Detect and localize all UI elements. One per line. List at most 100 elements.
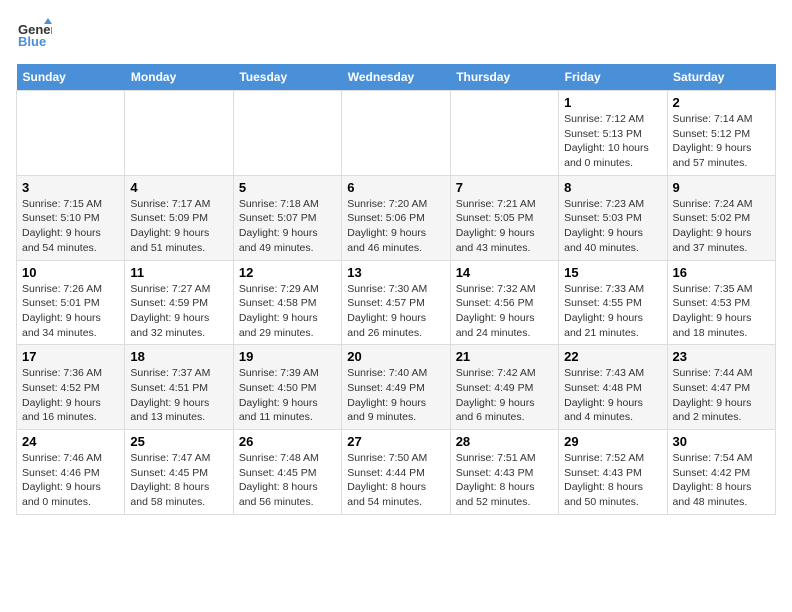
- day-number: 5: [239, 180, 336, 195]
- day-info: Sunrise: 7:52 AMSunset: 4:43 PMDaylight:…: [564, 451, 661, 510]
- day-number: 28: [456, 434, 553, 449]
- day-number: 24: [22, 434, 119, 449]
- day-info: Sunrise: 7:21 AMSunset: 5:05 PMDaylight:…: [456, 197, 553, 256]
- day-number: 22: [564, 349, 661, 364]
- logo-icon: General Blue: [16, 16, 52, 52]
- calendar-cell: 19 Sunrise: 7:39 AMSunset: 4:50 PMDayligh…: [233, 345, 341, 430]
- day-info: Sunrise: 7:12 AMSunset: 5:13 PMDaylight:…: [564, 112, 661, 171]
- calendar-cell: 17 Sunrise: 7:36 AMSunset: 4:52 PMDayligh…: [17, 345, 125, 430]
- day-number: 10: [22, 265, 119, 280]
- calendar-cell: 30 Sunrise: 7:54 AMSunset: 4:42 PMDayligh…: [667, 430, 775, 515]
- calendar-cell: 21Sunrise: 7:42 AMSunset: 4:49 PMDayligh…: [450, 345, 558, 430]
- day-number: 25: [130, 434, 227, 449]
- day-number: 6: [347, 180, 444, 195]
- day-number: 27: [347, 434, 444, 449]
- day-info: Sunrise: 7:15 AMSunset: 5:10 PMDaylight:…: [22, 197, 119, 256]
- day-info: Sunrise: 7:27 AMSunset: 4:59 PMDaylight:…: [130, 282, 227, 341]
- weekday-header-tuesday: Tuesday: [233, 64, 341, 91]
- day-info: Sunrise: 7:51 AMSunset: 4:43 PMDaylight:…: [456, 451, 553, 510]
- calendar-cell: 27 Sunrise: 7:50 AMSunset: 4:44 PMDayligh…: [342, 430, 450, 515]
- calendar-cell: 26 Sunrise: 7:48 AMSunset: 4:45 PMDayligh…: [233, 430, 341, 515]
- day-number: 14: [456, 265, 553, 280]
- calendar-cell: 16 Sunrise: 7:35 AMSunset: 4:53 PMDayligh…: [667, 260, 775, 345]
- day-info: Sunrise: 7:40 AMSunset: 4:49 PMDaylight:…: [347, 366, 444, 425]
- day-info: Sunrise: 7:23 AMSunset: 5:03 PMDaylight:…: [564, 197, 661, 256]
- calendar-cell: 9 Sunrise: 7:24 AMSunset: 5:02 PMDaylight…: [667, 175, 775, 260]
- weekday-header-sunday: Sunday: [17, 64, 125, 91]
- day-info: Sunrise: 7:42 AMSunset: 4:49 PMDaylight:…: [456, 366, 553, 425]
- day-number: 23: [673, 349, 770, 364]
- day-number: 13: [347, 265, 444, 280]
- day-number: 17: [22, 349, 119, 364]
- day-info: Sunrise: 7:39 AMSunset: 4:50 PMDaylight:…: [239, 366, 336, 425]
- calendar-cell: 8 Sunrise: 7:23 AMSunset: 5:03 PMDaylight…: [559, 175, 667, 260]
- day-info: Sunrise: 7:20 AMSunset: 5:06 PMDaylight:…: [347, 197, 444, 256]
- calendar-cell: 1 Sunrise: 7:12 AMSunset: 5:13 PMDaylight…: [559, 91, 667, 176]
- calendar-cell: 22 Sunrise: 7:43 AMSunset: 4:48 PMDayligh…: [559, 345, 667, 430]
- calendar-cell: [450, 91, 558, 176]
- calendar-cell: [342, 91, 450, 176]
- calendar-cell: [233, 91, 341, 176]
- weekday-header-wednesday: Wednesday: [342, 64, 450, 91]
- day-info: Sunrise: 7:35 AMSunset: 4:53 PMDaylight:…: [673, 282, 770, 341]
- day-info: Sunrise: 7:32 AMSunset: 4:56 PMDaylight:…: [456, 282, 553, 341]
- calendar-cell: [17, 91, 125, 176]
- day-info: Sunrise: 7:48 AMSunset: 4:45 PMDaylight:…: [239, 451, 336, 510]
- day-number: 19: [239, 349, 336, 364]
- calendar-cell: 6 Sunrise: 7:20 AMSunset: 5:06 PMDaylight…: [342, 175, 450, 260]
- day-number: 12: [239, 265, 336, 280]
- weekday-header-thursday: Thursday: [450, 64, 558, 91]
- calendar-cell: 24 Sunrise: 7:46 AMSunset: 4:46 PMDayligh…: [17, 430, 125, 515]
- calendar-table: SundayMondayTuesdayWednesdayThursdayFrid…: [16, 64, 776, 515]
- calendar-cell: 15Sunrise: 7:33 AMSunset: 4:55 PMDayligh…: [559, 260, 667, 345]
- svg-text:Blue: Blue: [18, 34, 46, 49]
- day-number: 26: [239, 434, 336, 449]
- day-number: 2: [673, 95, 770, 110]
- day-number: 4: [130, 180, 227, 195]
- calendar-cell: 20 Sunrise: 7:40 AMSunset: 4:49 PMDayligh…: [342, 345, 450, 430]
- weekday-header-saturday: Saturday: [667, 64, 775, 91]
- day-info: Sunrise: 7:46 AMSunset: 4:46 PMDaylight:…: [22, 451, 119, 510]
- weekday-header-monday: Monday: [125, 64, 233, 91]
- calendar-cell: 23 Sunrise: 7:44 AMSunset: 4:47 PMDayligh…: [667, 345, 775, 430]
- day-number: 3: [22, 180, 119, 195]
- day-info: Sunrise: 7:54 AMSunset: 4:42 PMDaylight:…: [673, 451, 770, 510]
- header: General Blue: [16, 16, 776, 52]
- day-info: Sunrise: 7:43 AMSunset: 4:48 PMDaylight:…: [564, 366, 661, 425]
- calendar-cell: 13 Sunrise: 7:30 AMSunset: 4:57 PMDayligh…: [342, 260, 450, 345]
- day-number: 7: [456, 180, 553, 195]
- calendar-cell: 11 Sunrise: 7:27 AMSunset: 4:59 PMDayligh…: [125, 260, 233, 345]
- calendar-cell: 28 Sunrise: 7:51 AMSunset: 4:43 PMDayligh…: [450, 430, 558, 515]
- logo: General Blue: [16, 16, 52, 52]
- day-number: 8: [564, 180, 661, 195]
- day-number: 11: [130, 265, 227, 280]
- day-number: 29: [564, 434, 661, 449]
- day-number: 30: [673, 434, 770, 449]
- calendar-cell: 4 Sunrise: 7:17 AMSunset: 5:09 PMDaylight…: [125, 175, 233, 260]
- day-info: Sunrise: 7:30 AMSunset: 4:57 PMDaylight:…: [347, 282, 444, 341]
- day-info: Sunrise: 7:44 AMSunset: 4:47 PMDaylight:…: [673, 366, 770, 425]
- day-info: Sunrise: 7:26 AMSunset: 5:01 PMDaylight:…: [22, 282, 119, 341]
- day-info: Sunrise: 7:36 AMSunset: 4:52 PMDaylight:…: [22, 366, 119, 425]
- day-info: Sunrise: 7:17 AMSunset: 5:09 PMDaylight:…: [130, 197, 227, 256]
- calendar-cell: 14 Sunrise: 7:32 AMSunset: 4:56 PMDayligh…: [450, 260, 558, 345]
- weekday-header-friday: Friday: [559, 64, 667, 91]
- day-info: Sunrise: 7:14 AMSunset: 5:12 PMDaylight:…: [673, 112, 770, 171]
- calendar-cell: [125, 91, 233, 176]
- day-info: Sunrise: 7:47 AMSunset: 4:45 PMDaylight:…: [130, 451, 227, 510]
- calendar-cell: 29 Sunrise: 7:52 AMSunset: 4:43 PMDayligh…: [559, 430, 667, 515]
- calendar-cell: 10 Sunrise: 7:26 AMSunset: 5:01 PMDayligh…: [17, 260, 125, 345]
- day-number: 20: [347, 349, 444, 364]
- day-number: 9: [673, 180, 770, 195]
- day-number: 16: [673, 265, 770, 280]
- calendar-cell: 3 Sunrise: 7:15 AMSunset: 5:10 PMDaylight…: [17, 175, 125, 260]
- day-info: Sunrise: 7:37 AMSunset: 4:51 PMDaylight:…: [130, 366, 227, 425]
- day-number: 15: [564, 265, 661, 280]
- calendar-cell: 12 Sunrise: 7:29 AMSunset: 4:58 PMDayligh…: [233, 260, 341, 345]
- day-info: Sunrise: 7:18 AMSunset: 5:07 PMDaylight:…: [239, 197, 336, 256]
- day-info: Sunrise: 7:50 AMSunset: 4:44 PMDaylight:…: [347, 451, 444, 510]
- day-info: Sunrise: 7:24 AMSunset: 5:02 PMDaylight:…: [673, 197, 770, 256]
- day-info: Sunrise: 7:29 AMSunset: 4:58 PMDaylight:…: [239, 282, 336, 341]
- day-number: 1: [564, 95, 661, 110]
- calendar-cell: 25 Sunrise: 7:47 AMSunset: 4:45 PMDayligh…: [125, 430, 233, 515]
